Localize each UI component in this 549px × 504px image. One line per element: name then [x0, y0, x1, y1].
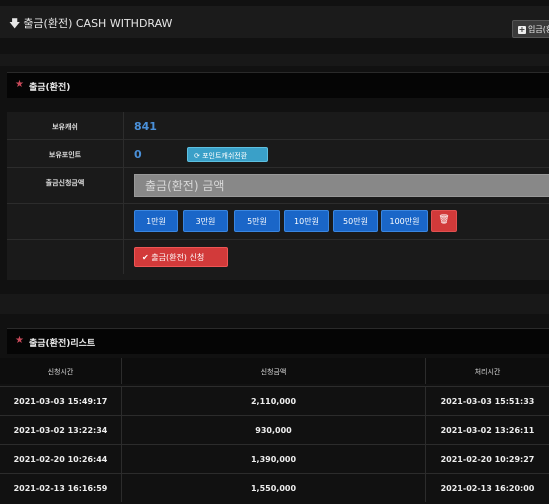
amount-cell: 1,390,000: [122, 445, 426, 473]
page-title-text: 출금(환전) CASH WITHDRAW: [23, 17, 173, 30]
check-icon: ✔: [142, 253, 149, 262]
table-row: 2021-02-13 16:16:59 1,550,000 2021-02-13…: [0, 473, 549, 502]
amount-cell: 1,550,000: [122, 474, 426, 502]
amount-100k-button[interactable]: 10만원: [284, 210, 329, 232]
table-row: 2021-03-03 15:49:17 2,110,000 2021-03-03…: [0, 386, 549, 415]
star-icon: ★: [15, 79, 24, 90]
cash-value: 841: [134, 120, 157, 133]
amount-input-row: 출금신청금액: [7, 168, 549, 204]
refresh-icon: ⟳: [194, 152, 200, 160]
submit-withdraw-button[interactable]: ✔ 출금(환전) 신청: [134, 247, 228, 267]
withdraw-panel-header: ★ 출금(환전): [7, 72, 549, 98]
withdraw-list-title: 출금(환전)리스트: [29, 339, 96, 349]
points-value: 0: [134, 148, 142, 161]
cash-label: 보유캐쉬: [7, 112, 124, 139]
star-icon: ★: [15, 335, 24, 346]
submit-row: ✔ 출금(환전) 신청: [7, 240, 549, 274]
convert-points-button[interactable]: ⟳ 포인트캐쉬전환: [187, 147, 268, 162]
column-requested-amount: 신청금액: [122, 358, 426, 384]
cash-row: 보유캐쉬 841: [7, 112, 549, 140]
submit-row-label: [7, 240, 124, 274]
withdraw-list-header: ★ 출금(환전)리스트: [7, 328, 549, 354]
section-divider-2: [0, 294, 549, 314]
points-row: 보유포인트 0 ⟳ 포인트캐쉬전환: [7, 140, 549, 168]
requested-time-cell: 2021-02-13 16:16:59: [0, 474, 122, 502]
points-label: 보유포인트: [7, 140, 124, 167]
withdraw-form: 보유캐쉬 841 보유포인트 0 ⟳ 포인트캐쉬전환 출금신청금액 1만원 3만…: [7, 112, 549, 280]
column-requested-time: 신청시간: [0, 358, 122, 384]
clear-amount-button[interactable]: 🗑: [431, 210, 457, 232]
page-header: 🡇출금(환전) CASH WITHDRAW +입금(환전): [0, 6, 549, 38]
plus-icon: +: [518, 25, 526, 34]
table-row: 2021-02-20 10:26:44 1,390,000 2021-02-20…: [0, 444, 549, 473]
amount-label: 출금신청금액: [7, 168, 124, 203]
arrow-down-icon: 🡇: [9, 17, 21, 30]
column-processed-time: 처리시간: [474, 368, 501, 376]
processed-time-cell: 2021-03-03 15:51:33: [440, 397, 535, 406]
requested-time-cell: 2021-03-03 15:49:17: [0, 387, 122, 415]
amount-input[interactable]: [134, 174, 549, 197]
deposit-button-label: 입금(환전): [528, 25, 549, 34]
amount-cell: 930,000: [122, 416, 426, 444]
amount-500k-button[interactable]: 50만원: [333, 210, 378, 232]
amount-cell: 2,110,000: [122, 387, 426, 415]
convert-points-label: 포인트캐쉬전환: [202, 152, 248, 160]
deposit-button[interactable]: +입금(환전): [512, 20, 549, 38]
section-divider: [0, 54, 549, 66]
page-title: 🡇 출금(환전) CASH WITHDRAW: [9, 15, 172, 34]
processed-time-cell: 2021-02-20 10:29:27: [440, 455, 535, 464]
amount-buttons-row: 1만원 3만원 5만원 10만원 50만원 100만원 🗑: [7, 204, 549, 240]
requested-time-cell: 2021-02-20 10:26:44: [0, 445, 122, 473]
table-row: 2021-03-02 13:22:34 930,000 2021-03-02 1…: [0, 415, 549, 444]
table-header: 신청시간 신청금액 처리시간: [0, 358, 549, 384]
amount-10k-button[interactable]: 1만원: [134, 210, 178, 232]
submit-withdraw-label: 출금(환전) 신청: [151, 253, 205, 262]
processed-time-cell: 2021-03-02 13:26:11: [440, 426, 535, 435]
withdraw-panel-title: 출금(환전): [29, 83, 71, 93]
trash-icon: 🗑: [438, 215, 450, 225]
requested-time-cell: 2021-03-02 13:22:34: [0, 416, 122, 444]
processed-time-cell: 2021-02-13 16:20:00: [440, 484, 535, 493]
amount-50k-button[interactable]: 5만원: [234, 210, 280, 232]
amount-1m-button[interactable]: 100만원: [381, 210, 428, 232]
amount-buttons-label: [7, 204, 124, 239]
amount-30k-button[interactable]: 3만원: [183, 210, 228, 232]
